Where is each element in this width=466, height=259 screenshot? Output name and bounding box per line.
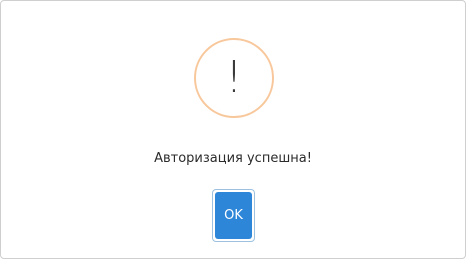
exclamation-icon: !	[225, 52, 243, 103]
dialog-message: Авторизация успешна!	[154, 151, 312, 166]
warning-icon: !	[194, 38, 274, 118]
alert-dialog: ! Авторизация успешна! OK	[0, 0, 466, 259]
ok-button-label[interactable]: OK	[215, 192, 252, 239]
ok-button[interactable]: OK	[212, 189, 255, 242]
